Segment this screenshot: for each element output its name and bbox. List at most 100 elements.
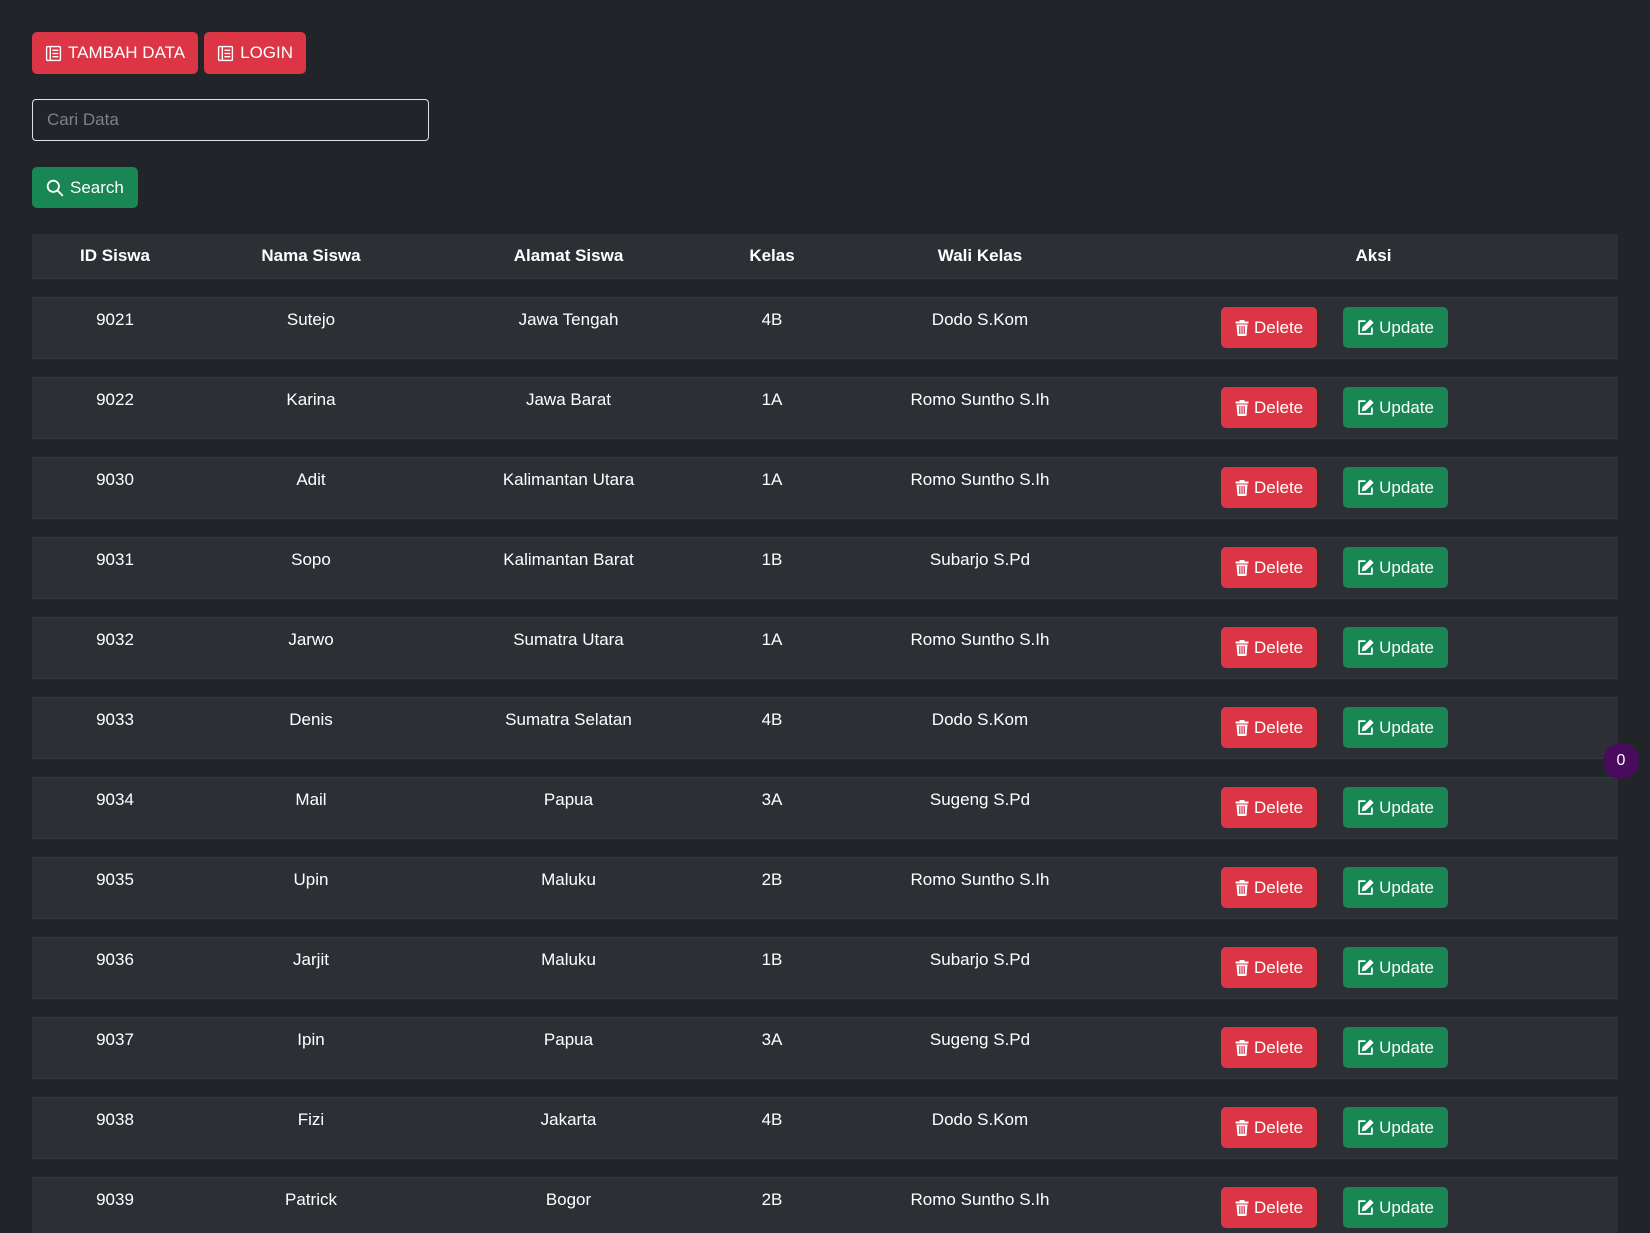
update-label: Update [1379,1117,1434,1137]
search-button[interactable]: Search [32,167,138,208]
delete-button[interactable]: Delete [1221,1187,1318,1228]
trash-icon [1235,639,1249,656]
delete-label: Delete [1254,1197,1304,1217]
cell-aksi: Delete Update [1129,1178,1618,1228]
cell-alamat-siswa: Jawa Barat [525,390,612,409]
cell-id-siswa: 9037 [96,1030,134,1049]
delete-label: Delete [1254,1117,1304,1137]
table-row: 9032 Jarwo Sumatra Utara 1A Romo Suntho … [32,617,1618,679]
cell-nama-siswa: Karina [286,390,336,409]
cell-nama-siswa: Denis [289,710,333,729]
edit-icon [1357,1039,1374,1056]
cell-aksi: Delete Update [1129,938,1618,988]
edit-icon [1357,319,1374,336]
cell-id-siswa: 9021 [96,310,134,329]
delete-button[interactable]: Delete [1221,707,1318,748]
cell-wali-kelas: Romo Suntho S.Ih [910,1190,1050,1209]
cell-nama-siswa: Patrick [285,1190,337,1209]
update-label: Update [1379,477,1434,497]
cell-alamat-siswa: Sumatra Selatan [505,710,632,729]
tambah-data-label: TAMBAH DATA [68,43,186,62]
notification-badge[interactable]: 0 [1603,743,1639,779]
cell-id-siswa: 9035 [96,870,134,889]
cell-aksi: Delete Update [1129,298,1618,348]
update-button[interactable]: Update [1343,627,1448,668]
table-row: 9039 Patrick Bogor 2B Romo Suntho S.Ih D… [32,1177,1618,1233]
tambah-data-button[interactable]: TAMBAH DATA [32,32,199,74]
delete-button[interactable]: Delete [1221,307,1318,348]
cell-wali-kelas: Subarjo S.Pd [929,550,1031,569]
login-button[interactable]: LOGIN [204,32,307,74]
update-button[interactable]: Update [1343,467,1448,508]
cell-kelas: 4B [761,710,783,729]
cell-nama-siswa: Sopo [291,550,331,569]
delete-button[interactable]: Delete [1221,547,1318,588]
delete-label: Delete [1254,477,1304,497]
cell-nama-siswa: Ipin [297,1030,325,1049]
cell-id-siswa: 9033 [96,710,134,729]
delete-label: Delete [1254,557,1304,577]
trash-icon [1235,1039,1249,1056]
cell-id-siswa: 9032 [96,630,134,649]
update-label: Update [1379,397,1434,417]
search-icon [46,179,64,197]
edit-icon [1357,1119,1374,1136]
header-kelas: Kelas [749,246,795,265]
update-label: Update [1379,957,1434,977]
update-button[interactable]: Update [1343,947,1448,988]
cell-wali-kelas: Sugeng S.Pd [929,790,1031,809]
cell-id-siswa: 9034 [96,790,134,809]
update-button[interactable]: Update [1343,307,1448,348]
cell-id-siswa: 9036 [96,950,134,969]
update-button[interactable]: Update [1343,707,1448,748]
cell-id-siswa: 9039 [96,1190,134,1209]
update-button[interactable]: Update [1343,867,1448,908]
table-row: 9021 Sutejo Jawa Tengah 4B Dodo S.Kom De… [32,297,1618,359]
cell-nama-siswa: Adit [296,470,326,489]
cell-kelas: 4B [761,1110,783,1129]
delete-button[interactable]: Delete [1221,1027,1318,1068]
cell-nama-siswa: Jarjit [293,950,329,969]
cell-wali-kelas: Subarjo S.Pd [929,950,1031,969]
update-button[interactable]: Update [1343,1027,1448,1068]
update-label: Update [1379,557,1434,577]
delete-button[interactable]: Delete [1221,1107,1318,1148]
search-input[interactable] [32,99,429,141]
delete-button[interactable]: Delete [1221,787,1318,828]
cell-aksi: Delete Update [1129,618,1618,668]
list-icon [217,45,234,62]
edit-icon [1357,959,1374,976]
cell-alamat-siswa: Sumatra Utara [513,630,624,649]
page: TAMBAH DATA LOGIN Search [0,0,1650,1233]
delete-button[interactable]: Delete [1221,867,1318,908]
cell-aksi: Delete Update [1129,378,1618,428]
update-button[interactable]: Update [1343,387,1448,428]
update-label: Update [1379,1037,1434,1057]
update-button[interactable]: Update [1343,1187,1448,1228]
update-button[interactable]: Update [1343,787,1448,828]
delete-button[interactable]: Delete [1221,947,1318,988]
update-label: Update [1379,877,1434,897]
update-label: Update [1379,717,1434,737]
cell-id-siswa: 9038 [96,1110,134,1129]
cell-wali-kelas: Dodo S.Kom [931,710,1029,729]
cell-kelas: 3A [761,1030,783,1049]
cell-aksi: Delete Update [1129,778,1618,828]
cell-wali-kelas: Romo Suntho S.Ih [910,630,1050,649]
delete-label: Delete [1254,1037,1304,1057]
delete-button[interactable]: Delete [1221,387,1318,428]
table-row: 9037 Ipin Papua 3A Sugeng S.Pd Delete Up… [32,1017,1618,1079]
login-label: LOGIN [240,43,294,62]
update-button[interactable]: Update [1343,547,1448,588]
cell-wali-kelas: Dodo S.Kom [931,1110,1029,1129]
cell-alamat-siswa: Jakarta [540,1110,597,1129]
delete-button[interactable]: Delete [1221,467,1318,508]
edit-icon [1357,879,1374,896]
delete-label: Delete [1254,797,1304,817]
update-button[interactable]: Update [1343,1107,1448,1148]
trash-icon [1235,959,1249,976]
trash-icon [1235,479,1249,496]
students-table: ID Siswa Nama Siswa Alamat Siswa Kelas W… [32,234,1618,1233]
delete-button[interactable]: Delete [1221,627,1318,668]
table-row: 9035 Upin Maluku 2B Romo Suntho S.Ih Del… [32,857,1618,919]
